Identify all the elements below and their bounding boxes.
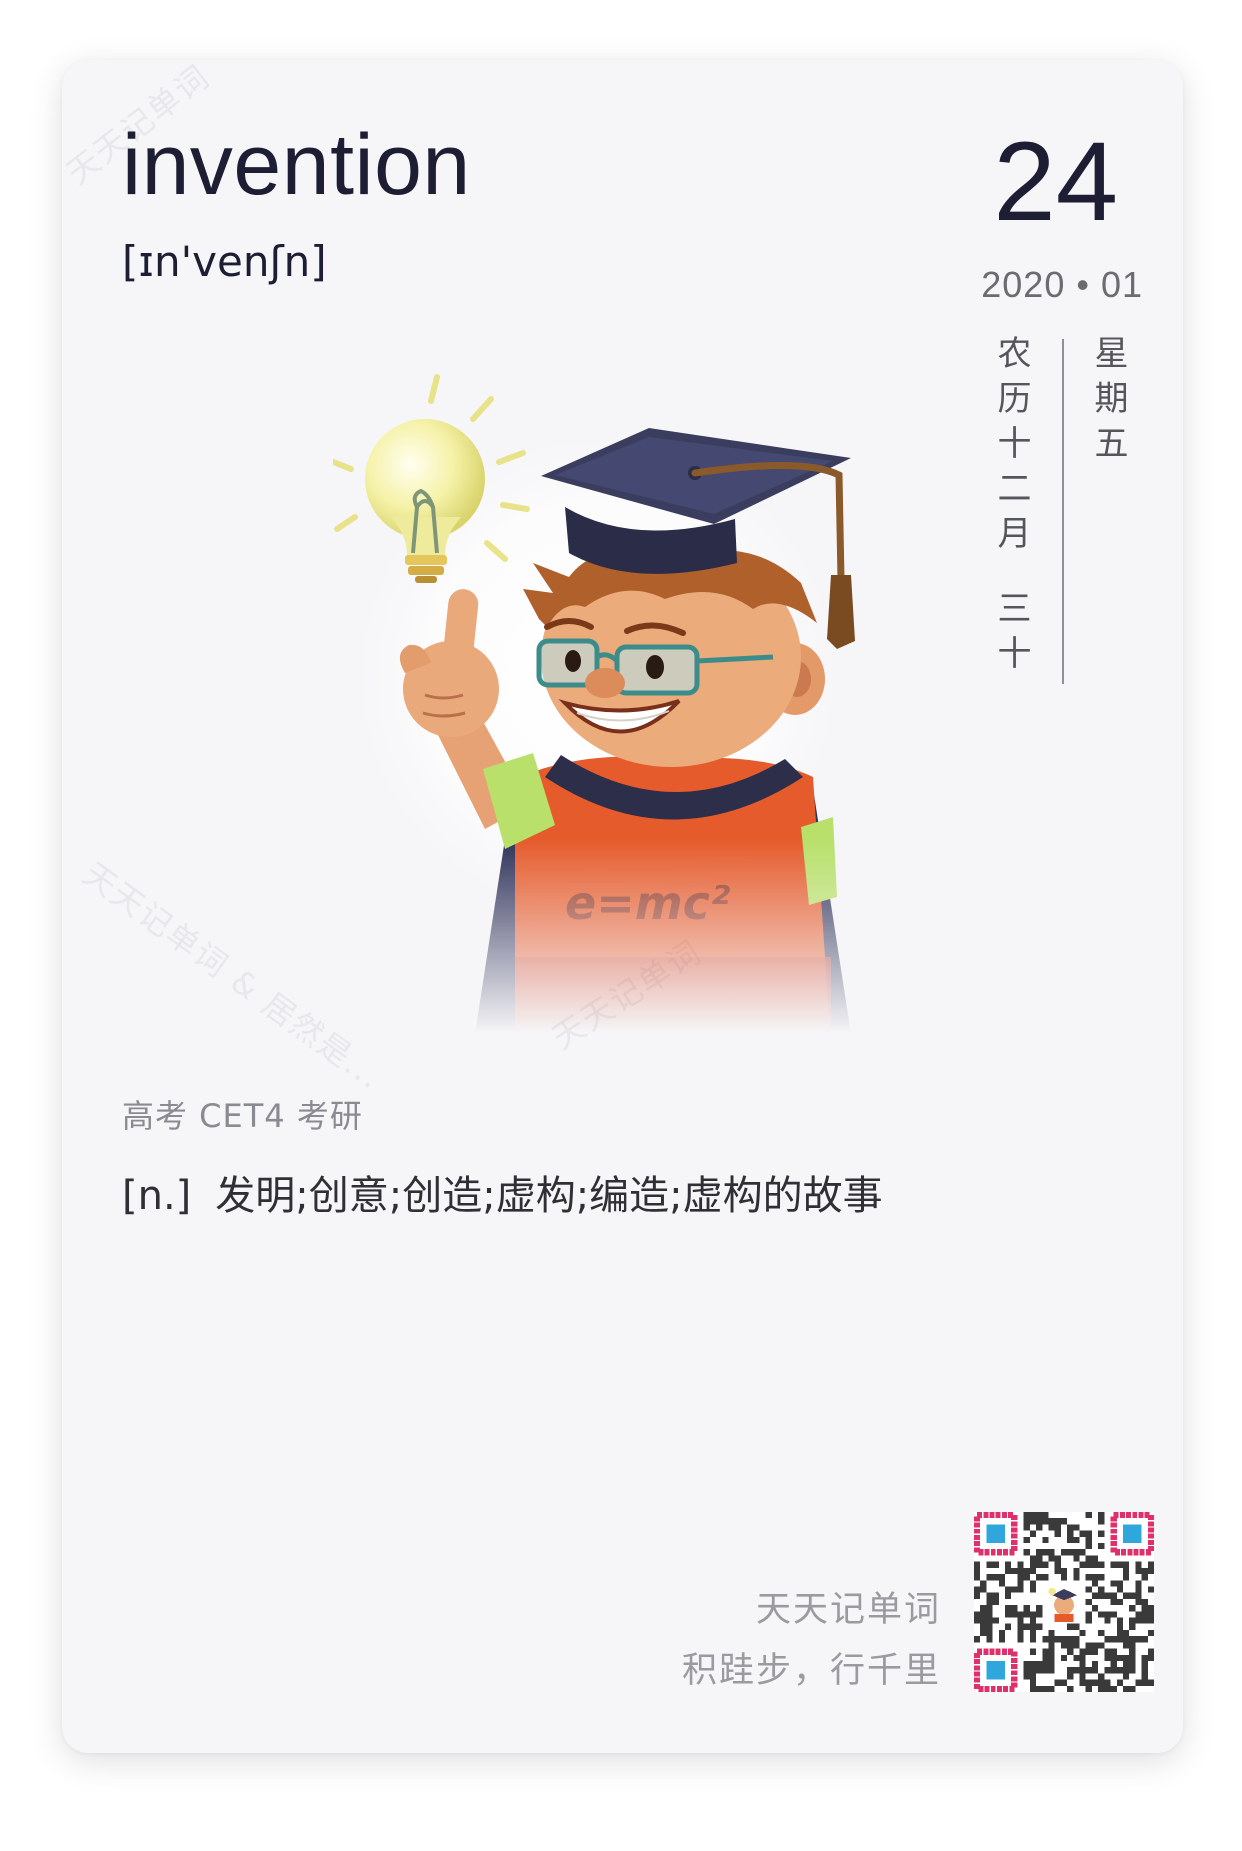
lunar-date: 农历十二月 三十 — [991, 335, 1031, 680]
date-day: 24 — [993, 119, 1118, 244]
shirt-text: e=mc² — [565, 876, 730, 930]
definition-meaning: 发明;创意;创造;虚构;编造;虚构的故事 — [215, 1173, 883, 1219]
lunar-day: 三十 — [991, 590, 1031, 680]
qr-finder-bottom-left — [974, 1648, 1018, 1692]
date-year-month: 2020 • 01 — [981, 264, 1143, 305]
qr-center-logo — [1043, 1581, 1085, 1623]
right-eye — [646, 655, 664, 679]
word-card: 天天记单词 天天记单词 & 居然是... 天天记单词 invention [ɪn… — [62, 60, 1183, 1753]
app-name: 天天记单词 — [755, 1590, 941, 1630]
exam-tags: 高考 CET4 考研 — [122, 1097, 363, 1135]
qr-finder-top-right — [1110, 1512, 1154, 1556]
lunar-month: 农历十二月 — [991, 335, 1031, 560]
nose — [585, 668, 625, 698]
part-of-speech: [n.] — [122, 1173, 192, 1219]
qr-code-icon — [974, 1512, 1154, 1692]
left-eye — [565, 650, 581, 672]
weekday-label: 星期五 — [1088, 335, 1128, 470]
scholar-illustration: e=mc² — [333, 374, 863, 1047]
app-slogan: 积跬步，行千里 — [681, 1651, 941, 1691]
qr-finder-top-left — [974, 1512, 1018, 1556]
date-divider — [1062, 339, 1064, 684]
weekday: 星期五 — [1088, 335, 1128, 470]
definition: [n.] 发明;创意;创造;虚构;编造;虚构的故事 — [122, 1172, 883, 1220]
headword: invention — [122, 117, 471, 213]
phonetic-transcription: [ɪn'venʃn] — [122, 237, 327, 286]
shirt-shade — [515, 957, 831, 1047]
